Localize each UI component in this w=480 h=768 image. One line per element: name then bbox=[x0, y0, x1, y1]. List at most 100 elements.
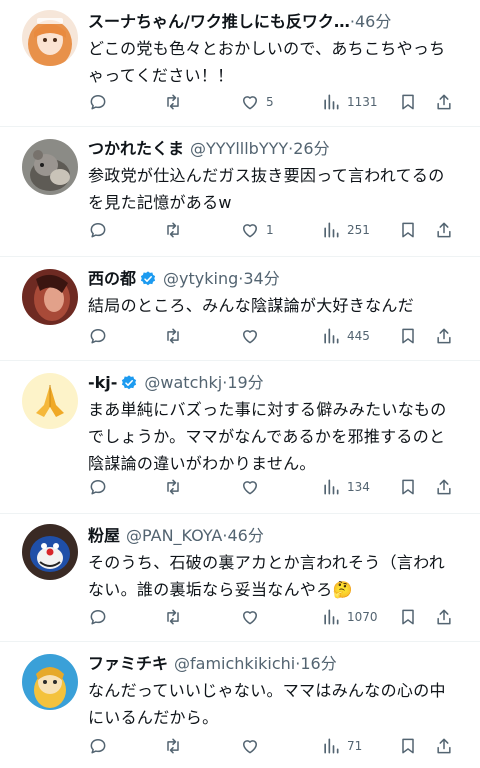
reply-icon bbox=[90, 739, 106, 754]
retweet-button[interactable] bbox=[163, 605, 183, 629]
bookmark-button[interactable] bbox=[398, 475, 418, 499]
reply-icon bbox=[90, 610, 106, 625]
share-button[interactable] bbox=[434, 324, 454, 348]
user-handle[interactable]: @famichkikichi bbox=[174, 652, 295, 676]
bookmark-button[interactable] bbox=[398, 218, 418, 242]
views-button[interactable]: 71 bbox=[321, 734, 362, 758]
retweet-button[interactable] bbox=[163, 90, 183, 114]
tweet-5[interactable]: 粉屋 @PAN_KOYA · 46分 そのうち、石破の裏アカとか言われそう（言わ… bbox=[0, 514, 480, 642]
tweet-3[interactable]: 西の都 @ytyking · 34分 結局のところ、みんな陰謀論が大好きなんだ … bbox=[0, 257, 480, 361]
action-bar: 445 bbox=[88, 324, 462, 348]
like-button[interactable] bbox=[240, 475, 266, 499]
user-handle[interactable]: @watchkj bbox=[144, 371, 222, 395]
reply-icon bbox=[90, 329, 106, 344]
views-chart-icon bbox=[324, 222, 339, 238]
reply-button[interactable] bbox=[88, 734, 108, 758]
share-button[interactable] bbox=[434, 90, 454, 114]
tweet-text: 結局のところ、みんな陰謀論が大好きなんだ bbox=[88, 296, 415, 315]
avatar[interactable] bbox=[22, 10, 78, 66]
like-button[interactable] bbox=[240, 605, 266, 629]
action-bar: 5 1131 bbox=[88, 90, 462, 114]
views-button[interactable]: 445 bbox=[321, 324, 370, 348]
timestamp[interactable]: 26分 bbox=[293, 137, 329, 161]
tweet-6[interactable]: ファミチキ @famichkikichi · 16分 なんだっていいじゃない。マ… bbox=[0, 642, 480, 768]
avatar-plush-toy-icon bbox=[22, 139, 78, 195]
reply-button[interactable] bbox=[88, 324, 108, 348]
timestamp[interactable]: 16分 bbox=[300, 652, 336, 676]
share-icon bbox=[437, 328, 451, 344]
like-count: 5 bbox=[266, 95, 274, 109]
avatar[interactable] bbox=[22, 654, 78, 710]
heart-icon bbox=[243, 96, 257, 110]
retweet-button[interactable] bbox=[163, 475, 183, 499]
avatar-praying-hands-icon bbox=[22, 373, 78, 429]
share-button[interactable] bbox=[434, 218, 454, 242]
verified-badge-icon bbox=[122, 375, 137, 390]
views-button[interactable]: 1131 bbox=[321, 90, 378, 114]
views-button[interactable]: 1070 bbox=[321, 605, 378, 629]
display-name[interactable]: 粉屋 bbox=[88, 524, 120, 548]
views-chart-icon bbox=[324, 738, 339, 754]
share-button[interactable] bbox=[434, 475, 454, 499]
tweet-2[interactable]: つかれたくま @YYYlllbYYY · 26分 参政党が仕込んだガス抜き要因っ… bbox=[0, 127, 480, 257]
tweet-1[interactable]: スーナちゃん/ワク推しにも反ワク… · 46分 どこの党も色々とおかしいので、あ… bbox=[0, 0, 480, 127]
reply-button[interactable] bbox=[88, 475, 108, 499]
share-icon bbox=[437, 609, 451, 625]
user-handle[interactable]: @YYYlllbYYY bbox=[190, 137, 288, 161]
retweet-icon bbox=[167, 222, 179, 238]
display-name[interactable]: つかれたくま bbox=[88, 137, 184, 161]
reply-button[interactable] bbox=[88, 605, 108, 629]
like-button[interactable] bbox=[240, 324, 266, 348]
share-icon bbox=[437, 222, 451, 238]
tweet-text: なんだっていいじゃない。ママはみんなの心の中にいるんだから。 bbox=[88, 681, 446, 727]
avatar[interactable] bbox=[22, 373, 78, 429]
reply-button[interactable] bbox=[88, 90, 108, 114]
user-handle[interactable]: @ytyking bbox=[163, 267, 238, 291]
display-name[interactable]: -kj- bbox=[88, 371, 117, 395]
like-button[interactable]: 5 bbox=[240, 90, 274, 114]
avatar[interactable] bbox=[22, 524, 78, 580]
bookmark-button[interactable] bbox=[398, 324, 418, 348]
share-icon bbox=[437, 479, 451, 495]
tweet-text: まあ単純にバズった事に対する僻みみたいなものでしょうか。ママがなんであるかを邪推… bbox=[88, 400, 447, 473]
tweet-text: どこの党も色々とおかしいので、あちこちやっちゃってください！！ bbox=[88, 39, 446, 85]
share-button[interactable] bbox=[434, 605, 454, 629]
heart-icon bbox=[243, 330, 257, 344]
reply-icon bbox=[90, 480, 106, 495]
timestamp[interactable]: 34分 bbox=[243, 267, 279, 291]
action-bar: 1070 bbox=[88, 605, 462, 629]
display-name[interactable]: 西の都 bbox=[88, 267, 136, 291]
tweet-text: 参政党が仕込んだガス抜き要因って言われてるのを見た記憶があるw bbox=[88, 166, 445, 212]
views-button[interactable]: 134 bbox=[321, 475, 370, 499]
like-button[interactable]: 1 bbox=[240, 218, 274, 242]
tweet-header: つかれたくま @YYYlllbYYY · 26分 bbox=[88, 137, 466, 161]
action-bar: 134 bbox=[88, 475, 462, 499]
avatar-character-icon bbox=[22, 524, 78, 580]
view-count: 251 bbox=[347, 223, 370, 237]
retweet-button[interactable] bbox=[163, 324, 183, 348]
retweet-button[interactable] bbox=[163, 734, 183, 758]
display-name[interactable]: スーナちゃん/ワク推しにも反ワク… bbox=[88, 10, 350, 34]
timestamp[interactable]: 19分 bbox=[227, 371, 263, 395]
views-chart-icon bbox=[324, 94, 339, 110]
tweet-header: -kj- @watchkj · 19分 bbox=[88, 371, 466, 395]
like-button[interactable] bbox=[240, 734, 266, 758]
display-name[interactable]: ファミチキ bbox=[88, 652, 168, 676]
share-button[interactable] bbox=[434, 734, 454, 758]
tweet-header: 西の都 @ytyking · 34分 bbox=[88, 267, 466, 291]
share-icon bbox=[437, 94, 451, 110]
bookmark-button[interactable] bbox=[398, 90, 418, 114]
user-handle[interactable]: @PAN_KOYA bbox=[126, 524, 222, 548]
tweet-4[interactable]: -kj- @watchkj · 19分 まあ単純にバズった事に対する僻みみたいな… bbox=[0, 361, 480, 514]
views-button[interactable]: 251 bbox=[321, 218, 370, 242]
avatar[interactable] bbox=[22, 139, 78, 195]
reply-button[interactable] bbox=[88, 218, 108, 242]
retweet-icon bbox=[167, 609, 179, 625]
view-count: 71 bbox=[347, 739, 363, 753]
timestamp[interactable]: 46分 bbox=[355, 10, 391, 34]
avatar[interactable] bbox=[22, 269, 78, 325]
bookmark-button[interactable] bbox=[398, 734, 418, 758]
retweet-button[interactable] bbox=[163, 218, 183, 242]
timestamp[interactable]: 46分 bbox=[227, 524, 263, 548]
bookmark-button[interactable] bbox=[398, 605, 418, 629]
